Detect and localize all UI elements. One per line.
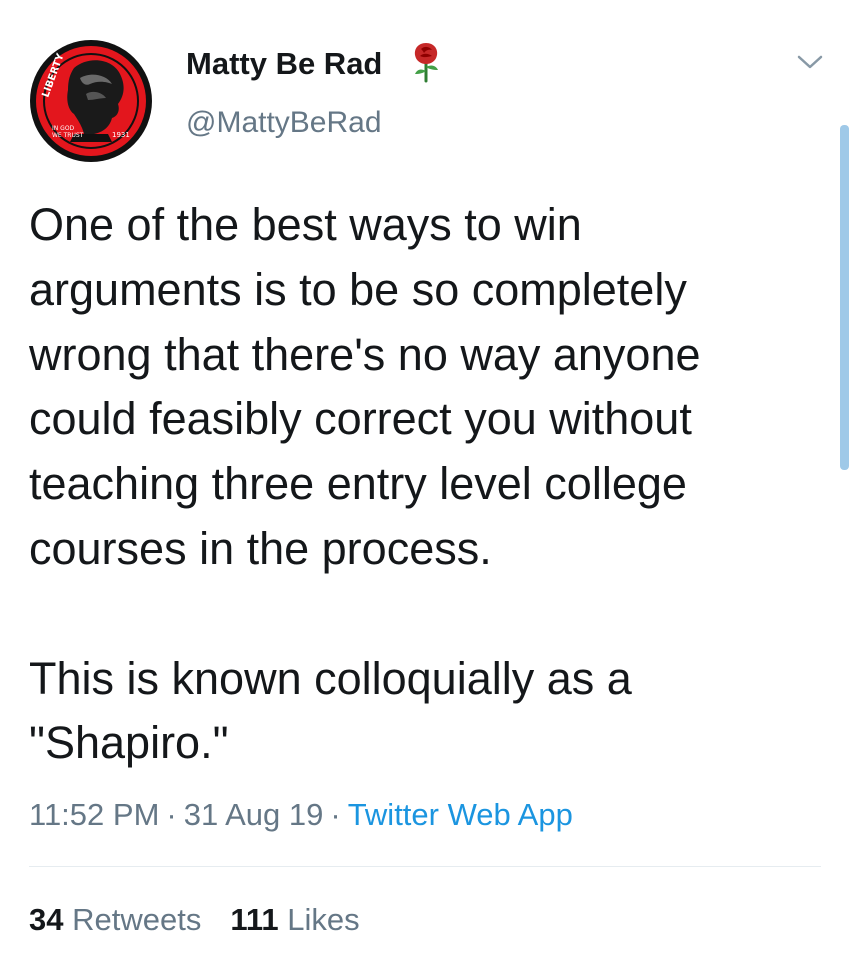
liberty-dime-avatar-icon: LIBERTY IN GOD WE TRUST 1931 <box>30 40 152 162</box>
svg-text:1931: 1931 <box>112 131 130 139</box>
rose-icon <box>410 41 442 83</box>
tweet-text-line: wrong that there's no way anyone <box>29 328 701 380</box>
meta-separator: · <box>166 797 177 832</box>
tweet-time[interactable]: 11:52 PM <box>29 797 159 832</box>
retweets-stat[interactable]: 34 Retweets <box>29 902 201 937</box>
chevron-down-icon[interactable] <box>794 50 826 74</box>
user-handle[interactable]: @MattyBeRad <box>186 104 382 142</box>
tweet-meta: 11:52 PM · 31 Aug 19 · Twitter Web App <box>29 795 573 835</box>
tweet-text-line: arguments is to be so completely <box>29 263 687 315</box>
display-name[interactable]: Matty Be Rad <box>186 44 382 84</box>
tweet-text-line: This is known colloquially as a <box>29 652 632 704</box>
retweets-count: 34 <box>29 902 64 937</box>
tweet-text-line: "Shapiro." <box>29 717 229 769</box>
tweet-text-line: courses in the process. <box>29 522 492 574</box>
tweet-text-line: One of the best ways to win <box>29 199 582 250</box>
tweet-source-link[interactable]: Twitter Web App <box>348 797 573 832</box>
likes-count: 111 <box>230 902 279 937</box>
likes-stat[interactable]: 111 Likes <box>230 902 359 937</box>
avatar[interactable]: LIBERTY IN GOD WE TRUST 1931 <box>28 38 154 164</box>
svg-text:IN GOD: IN GOD <box>52 125 75 132</box>
tweet-stats: 34 Retweets 111 Likes <box>29 900 360 940</box>
divider <box>29 866 821 867</box>
tweet-text: One of the best ways to win arguments is… <box>29 193 829 776</box>
likes-label: Likes <box>287 902 360 937</box>
retweets-label: Retweets <box>72 902 202 937</box>
tweet-date[interactable]: 31 Aug 19 <box>184 797 324 832</box>
scrollbar[interactable] <box>840 125 849 470</box>
meta-separator: · <box>330 797 341 832</box>
tweet-text-line: teaching three entry level college <box>29 458 687 510</box>
svg-text:WE TRUST: WE TRUST <box>52 132 84 139</box>
tweet-text-line: could feasibly correct you without <box>29 393 692 445</box>
